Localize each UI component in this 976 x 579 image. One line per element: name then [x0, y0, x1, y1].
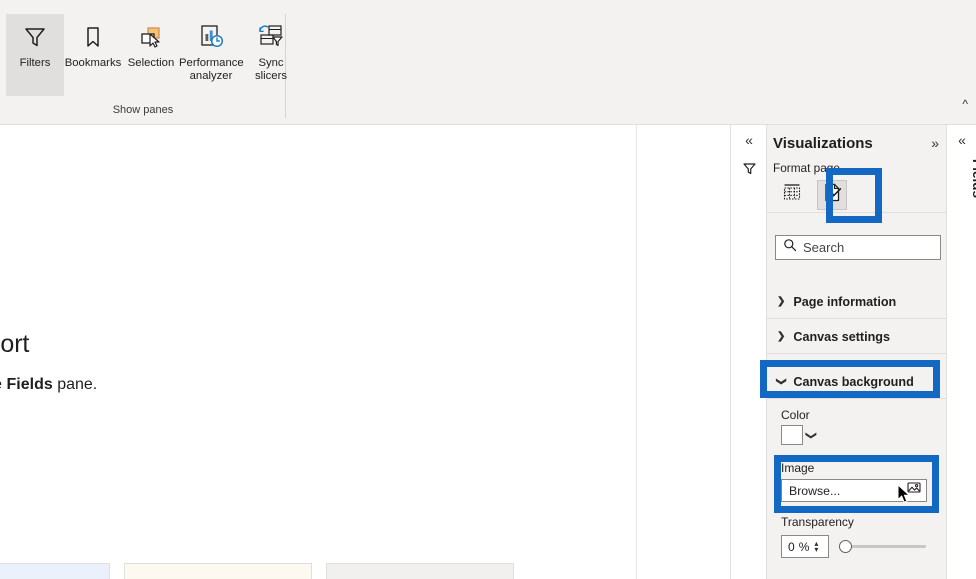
onboarding-card-list: Paste data into a blank table Try a samp…: [0, 563, 514, 579]
ribbon-group-label: Show panes: [112, 104, 174, 116]
transparency-unit: %: [798, 539, 810, 554]
section-canvas-background-label: Canvas background: [793, 374, 914, 389]
color-swatch[interactable]: [781, 425, 803, 445]
ribbon-button-filters-label: Filters: [19, 57, 51, 69]
visualizations-title: Visualizations: [773, 134, 873, 152]
card-paste-data[interactable]: Paste data into a blank table: [124, 563, 312, 579]
ribbon-button-bookmarks[interactable]: Bookmarks: [64, 14, 122, 96]
chevron-double-left-icon[interactable]: «: [731, 133, 767, 147]
grid-fields-icon: [782, 182, 802, 207]
visualizations-tab-strip: [767, 177, 947, 213]
ribbon: Filters Bookmarks Selection Performance …: [0, 0, 976, 125]
excel-import-icon: [0, 564, 109, 579]
card-sample-dataset[interactable]: Try a sample dataset: [326, 563, 514, 579]
transparency-value: 0: [788, 539, 795, 554]
tab-fields[interactable]: [777, 180, 807, 210]
ribbon-button-selection-label: Selection: [127, 57, 175, 69]
chevron-double-left-icon[interactable]: «: [947, 133, 976, 147]
format-page-subtitle: Format page: [773, 161, 840, 175]
slider-thumb[interactable]: [839, 540, 852, 553]
funnel-icon: [22, 20, 48, 54]
ribbon-button-performance-analyzer-label: Performance analyzer: [179, 57, 244, 82]
section-canvas-background[interactable]: ❯ Canvas background: [767, 365, 947, 399]
ribbon-button-performance-analyzer[interactable]: Performance analyzer: [179, 14, 244, 96]
tab-format[interactable]: [817, 179, 847, 210]
transparency-control: 0 % ▴ ▾: [781, 535, 930, 558]
ribbon-button-list: Filters Bookmarks Selection Performance …: [6, 14, 300, 96]
ribbon-button-bookmarks-label: Bookmarks: [64, 57, 122, 69]
performance-analyzer-icon: [197, 20, 225, 54]
transparency-label: Transparency: [781, 515, 854, 529]
onboarding-subtext-bold: Fields: [6, 376, 53, 393]
chevron-double-right-icon[interactable]: »: [931, 136, 939, 150]
fields-pane-label: Fields: [970, 159, 976, 199]
report-canvas[interactable]: to your report will appear in the Fields…: [0, 125, 637, 579]
funnel-icon: [731, 161, 767, 176]
onboarding-subtext-post: pane.: [52, 376, 98, 393]
ribbon-button-filters[interactable]: Filters: [6, 14, 64, 96]
visualizations-pane: Visualizations » Format page Search ❯ Pa…: [766, 125, 947, 579]
card-import-excel[interactable]: [0, 563, 110, 579]
ribbon-button-sync-slicers-label: Sync slicers: [254, 57, 287, 82]
chevron-down-icon: ❯: [775, 377, 787, 386]
transparency-slider[interactable]: [838, 539, 930, 555]
bookmark-icon: [80, 20, 106, 54]
image-browse-value: Browse...: [789, 483, 841, 498]
search-icon: [783, 238, 797, 257]
slider-track: [846, 545, 926, 548]
database-arrow-icon: [327, 564, 513, 579]
sync-slicers-icon: [257, 20, 285, 54]
section-canvas-settings[interactable]: ❯ Canvas settings: [767, 320, 947, 354]
section-canvas-settings-label: Canvas settings: [793, 329, 890, 344]
onboarding-message: to your report will appear in the Fields…: [0, 330, 442, 394]
selection-pointer-icon: [138, 20, 164, 54]
color-picker[interactable]: ❯: [781, 425, 818, 445]
fields-pane-collapsed[interactable]: « Fields: [946, 125, 976, 579]
search-input[interactable]: Search: [775, 235, 941, 260]
color-label: Color: [781, 408, 810, 422]
search-placeholder: Search: [803, 240, 845, 255]
picture-browse-icon[interactable]: [907, 481, 922, 500]
section-page-information-label: Page information: [793, 294, 897, 309]
stepper-arrows-icon[interactable]: ▴ ▾: [814, 539, 818, 553]
image-label: Image: [781, 461, 815, 475]
section-page-information[interactable]: ❯ Page information: [767, 285, 947, 319]
onboarding-heading: to your report: [0, 330, 30, 358]
paintbrush-page-icon: [822, 182, 843, 208]
canvas-outer-area: [638, 125, 730, 579]
filters-pane-collapsed[interactable]: « Filters: [730, 125, 778, 579]
stepper-down-icon[interactable]: ▾: [814, 545, 818, 553]
clipboard-paste-icon: [125, 564, 311, 579]
visualizations-header: Visualizations »: [767, 131, 947, 155]
onboarding-subtext: will appear in the Fields pane.: [0, 376, 442, 394]
transparency-stepper[interactable]: 0 % ▴ ▾: [781, 535, 829, 558]
image-browse-input[interactable]: Browse...: [781, 479, 927, 502]
ribbon-button-sync-slicers[interactable]: Sync slicers: [242, 14, 300, 96]
chevron-right-icon: ❯: [777, 331, 786, 342]
ribbon-group-show-panes: Filters Bookmarks Selection Performance …: [0, 14, 287, 118]
chevron-right-icon: ❯: [777, 296, 786, 307]
chevron-up-icon[interactable]: ^: [962, 98, 968, 110]
ribbon-button-selection[interactable]: Selection: [122, 14, 180, 96]
chevron-down-icon[interactable]: ❯: [805, 430, 818, 439]
